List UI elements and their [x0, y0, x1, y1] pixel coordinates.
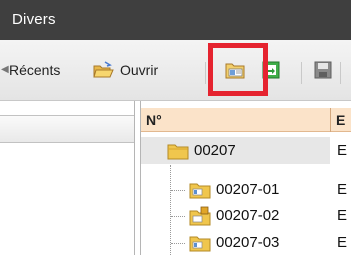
row-etat: E	[337, 234, 348, 251]
row-id: 00207-02	[216, 207, 280, 224]
row-etat: E	[337, 207, 348, 224]
row-id: 00207-03	[216, 234, 280, 251]
column-header-etat-label: E	[336, 112, 346, 128]
row-id: 00207-01	[216, 181, 280, 198]
row-etat: E	[337, 142, 348, 159]
column-header-number[interactable]: N°	[141, 108, 330, 132]
recents-label: Récents	[9, 62, 61, 78]
toolbar-separator	[205, 62, 206, 84]
recents-button[interactable]: Récents	[9, 62, 60, 78]
table-row[interactable]: 00207-03 E	[141, 230, 351, 256]
table-row[interactable]: 00207-01 E	[141, 177, 351, 203]
window-title-bar: Divers	[0, 0, 351, 40]
open-folder-icon	[92, 59, 114, 81]
table-row[interactable]: 00207-02 E	[141, 203, 351, 229]
document-folder-icon	[189, 234, 211, 261]
toolbar: ◀ Récents Ouvrir	[0, 40, 351, 101]
window-title: Divers	[12, 11, 56, 28]
column-header-etat[interactable]: E	[331, 108, 351, 132]
toolbar-separator	[301, 62, 302, 84]
open-button[interactable]: Ouvrir	[92, 59, 158, 81]
row-id: 00207	[194, 142, 236, 159]
column-header-number-label: N°	[146, 112, 162, 128]
highlight-box	[208, 43, 268, 96]
row-etat: E	[337, 181, 348, 198]
back-arrow-icon[interactable]: ◀	[1, 64, 9, 75]
table-row[interactable]: 00207 E	[141, 138, 351, 164]
save-button[interactable]	[314, 61, 332, 79]
left-pane-header[interactable]	[0, 115, 134, 143]
open-label: Ouvrir	[120, 62, 159, 78]
left-pane	[0, 101, 135, 255]
toolbar-separator	[340, 62, 341, 84]
save-icon	[314, 61, 332, 83]
